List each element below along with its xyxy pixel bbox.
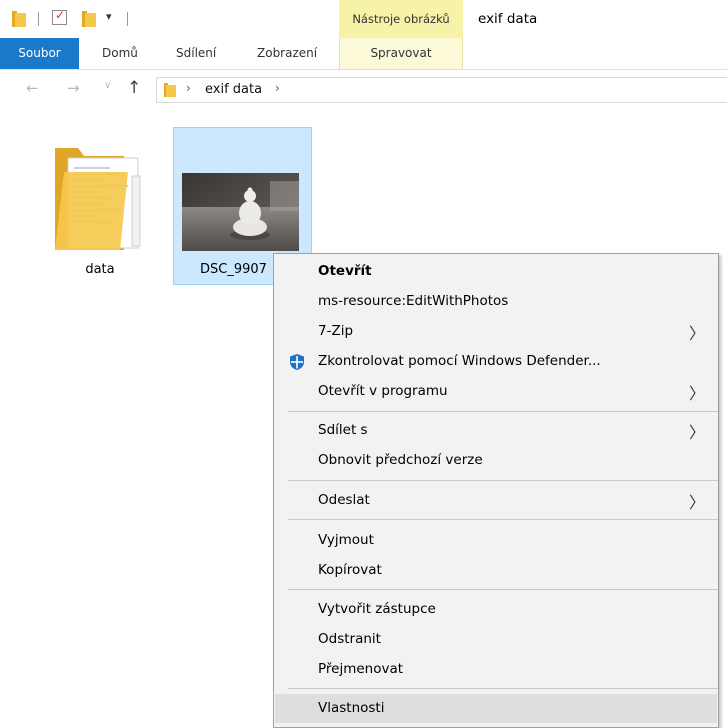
menu-item-label: Vyjmout (318, 532, 374, 548)
window-title: exif data (478, 11, 538, 27)
menu-separator (288, 480, 718, 481)
separator (127, 12, 128, 26)
menu-item-label: ms-resource:EditWithPhotos (318, 293, 509, 309)
submenu-chevron-icon: 〉 (688, 423, 705, 442)
menu-separator (288, 589, 718, 590)
tab-manage[interactable]: Spravovat (339, 38, 463, 69)
folder-thumbnail-icon (55, 148, 141, 250)
submenu-chevron-icon: 〉 (688, 493, 705, 512)
image-name: DSC_9907 (200, 262, 267, 277)
menu-item-cut[interactable]: Vyjmout (275, 526, 717, 555)
menu-item-label: Zkontrolovat pomocí Windows Defender... (318, 353, 601, 369)
breadcrumb-exif-data[interactable]: exif data (205, 82, 262, 97)
folder-icon (12, 11, 26, 27)
tab-share[interactable]: Sdílení (176, 38, 216, 69)
back-arrow-icon[interactable]: ← (26, 79, 39, 97)
menu-item-copy[interactable]: Kopírovat (275, 556, 717, 585)
menu-item-edit-with-photos[interactable]: ms-resource:EditWithPhotos (275, 287, 717, 316)
customize-quick-access-icon[interactable]: ▾ (106, 10, 112, 23)
menu-item-label: Sdílet s (318, 422, 368, 438)
separator (38, 12, 39, 26)
folder-item[interactable]: data (50, 128, 150, 278)
menu-item-label: 7-Zip (318, 323, 354, 339)
menu-item-label: Obnovit předchozí verze (318, 452, 483, 468)
picture-tools-header: Nástroje obrázků (339, 0, 463, 38)
menu-item-label: Kopírovat (318, 562, 382, 578)
breadcrumb-chevron-icon[interactable]: › (186, 81, 191, 95)
submenu-chevron-icon: 〉 (688, 324, 705, 343)
photo-thumbnail (182, 173, 299, 251)
breadcrumb-chevron-icon[interactable]: › (275, 81, 280, 95)
recent-locations-icon[interactable]: ∨ (104, 80, 111, 91)
navigation-bar: ← → ∨ ↑ › exif data › (0, 70, 727, 110)
menu-item-properties[interactable]: Vlastnosti (275, 694, 717, 723)
menu-separator (288, 411, 718, 412)
defender-shield-icon (290, 354, 304, 370)
menu-item-label: Vlastnosti (318, 700, 385, 716)
menu-item-delete[interactable]: Odstranit (275, 625, 717, 654)
address-field[interactable]: › exif data › (156, 77, 727, 103)
menu-item-send-to[interactable]: Odeslat 〉 (275, 486, 717, 515)
menu-separator (288, 519, 718, 520)
tab-home[interactable]: Domů (102, 38, 138, 69)
tab-file[interactable]: Soubor (0, 38, 79, 69)
menu-item-7zip[interactable]: 7-Zip 〉 (275, 317, 717, 346)
new-folder-icon[interactable] (82, 11, 96, 27)
properties-check-icon[interactable]: ✓ (52, 8, 67, 25)
menu-item-open[interactable]: Otevřít (275, 257, 717, 286)
folder-icon (164, 83, 176, 97)
menu-item-label: Vytvořit zástupce (318, 601, 436, 617)
menu-item-create-shortcut[interactable]: Vytvořit zástupce (275, 595, 717, 624)
menu-item-rename[interactable]: Přejmenovat (275, 655, 717, 684)
menu-item-open-with[interactable]: Otevřít v programu 〉 (275, 377, 717, 406)
up-arrow-icon[interactable]: ↑ (127, 78, 141, 98)
menu-item-label: Otevřít v programu (318, 383, 448, 399)
menu-separator (288, 688, 718, 689)
context-menu: Otevřít ms-resource:EditWithPhotos 7-Zip… (273, 253, 719, 728)
picture-tools-label: Nástroje obrázků (352, 12, 450, 26)
menu-item-label: Otevřít (318, 263, 372, 279)
menu-item-label: Odstranit (318, 631, 381, 647)
menu-item-share-with[interactable]: Sdílet s 〉 (275, 416, 717, 445)
submenu-chevron-icon: 〉 (688, 384, 705, 403)
ribbon-tabs: Soubor Domů Sdílení Zobrazení Spravovat (0, 38, 727, 70)
menu-item-label: Odeslat (318, 492, 370, 508)
tab-view[interactable]: Zobrazení (257, 38, 317, 69)
forward-arrow-icon[interactable]: → (67, 79, 80, 97)
menu-item-restore-versions[interactable]: Obnovit předchozí verze (275, 446, 717, 475)
title-bar: ✓ ▾ Nástroje obrázků exif data (0, 0, 727, 38)
menu-item-defender-scan[interactable]: Zkontrolovat pomocí Windows Defender... (275, 347, 717, 376)
folder-name: data (85, 262, 115, 277)
menu-item-label: Přejmenovat (318, 661, 404, 677)
